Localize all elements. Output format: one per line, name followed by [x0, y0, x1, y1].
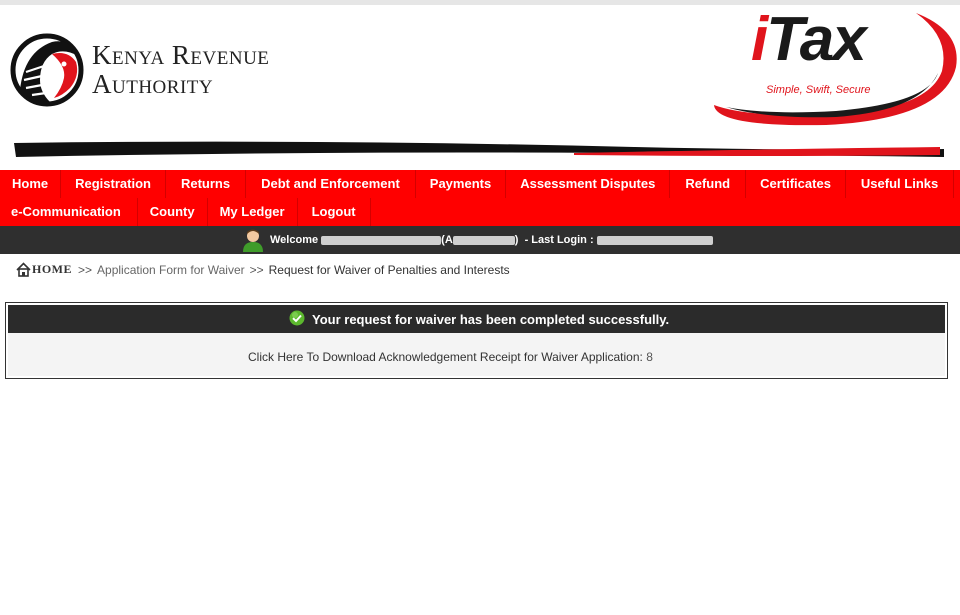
nav-row-secondary: e-Communication County My Ledger Logout — [0, 198, 371, 226]
application-number: 8 — [646, 350, 653, 364]
kra-wordmark: Kenya Revenue Authority — [92, 41, 269, 99]
nav-e-communication[interactable]: e-Communication — [0, 198, 138, 226]
redacted-username — [321, 235, 442, 245]
nav-my-ledger[interactable]: My Ledger — [208, 198, 298, 226]
success-panel: Your request for waiver has been complet… — [5, 302, 948, 379]
itax-brand-text: iTax — [751, 5, 867, 74]
breadcrumb-separator: >> — [249, 262, 264, 277]
nav-certificates[interactable]: Certificates — [746, 170, 846, 198]
header-swoosh-divider — [14, 141, 944, 157]
breadcrumb-waiver-form[interactable]: Application Form for Waiver — [97, 263, 245, 277]
nav-returns[interactable]: Returns — [166, 170, 247, 198]
nav-row-primary: Home Registration Returns Debt and Enfor… — [0, 170, 955, 198]
success-body: Click Here To Download Acknowledgement R… — [8, 333, 945, 376]
nav-registration[interactable]: Registration — [61, 170, 166, 198]
breadcrumb: HOME >> Application Form for Waiver >> R… — [16, 262, 510, 277]
nav-assessment-disputes[interactable]: Assessment Disputes — [506, 170, 671, 198]
download-receipt-link[interactable]: Click Here To Download Acknowledgement R… — [248, 350, 653, 364]
home-icon[interactable] — [16, 262, 31, 277]
itax-tagline: Simple, Swift, Secure — [766, 84, 871, 96]
nav-refund[interactable]: Refund — [670, 170, 747, 198]
nav-home[interactable]: Home — [0, 170, 62, 198]
redacted-last-login — [596, 235, 713, 245]
nav-useful-links[interactable]: Useful Links — [846, 170, 955, 198]
kra-lion-logo-icon — [10, 33, 84, 107]
nav-debt-enforcement[interactable]: Debt and Enforcement — [246, 170, 416, 198]
welcome-bar: Welcome (A) - Last Login : — [0, 226, 960, 254]
success-header: Your request for waiver has been complet… — [8, 305, 945, 333]
user-avatar-icon — [243, 229, 263, 252]
redacted-pin — [452, 235, 515, 245]
org-name-line2: Authority — [92, 69, 214, 99]
nav-payments[interactable]: Payments — [416, 170, 507, 198]
check-circle-icon — [289, 310, 305, 326]
site-header: Kenya Revenue Authority iTax Simple, Swi… — [0, 5, 960, 170]
itax-logo: iTax Simple, Swift, Secure — [706, 7, 960, 129]
welcome-message: Welcome (A) - Last Login : — [270, 234, 713, 246]
breadcrumb-current-page: Request for Waiver of Penalties and Inte… — [268, 262, 510, 277]
nav-county[interactable]: County — [138, 198, 208, 226]
org-name-line1: Kenya Revenue — [92, 40, 270, 70]
breadcrumb-separator: >> — [78, 262, 93, 277]
main-navigation: Home Registration Returns Debt and Enfor… — [0, 170, 960, 226]
breadcrumb-home[interactable]: HOME — [32, 262, 72, 277]
nav-logout[interactable]: Logout — [298, 198, 371, 226]
success-message: Your request for waiver has been complet… — [312, 312, 670, 327]
